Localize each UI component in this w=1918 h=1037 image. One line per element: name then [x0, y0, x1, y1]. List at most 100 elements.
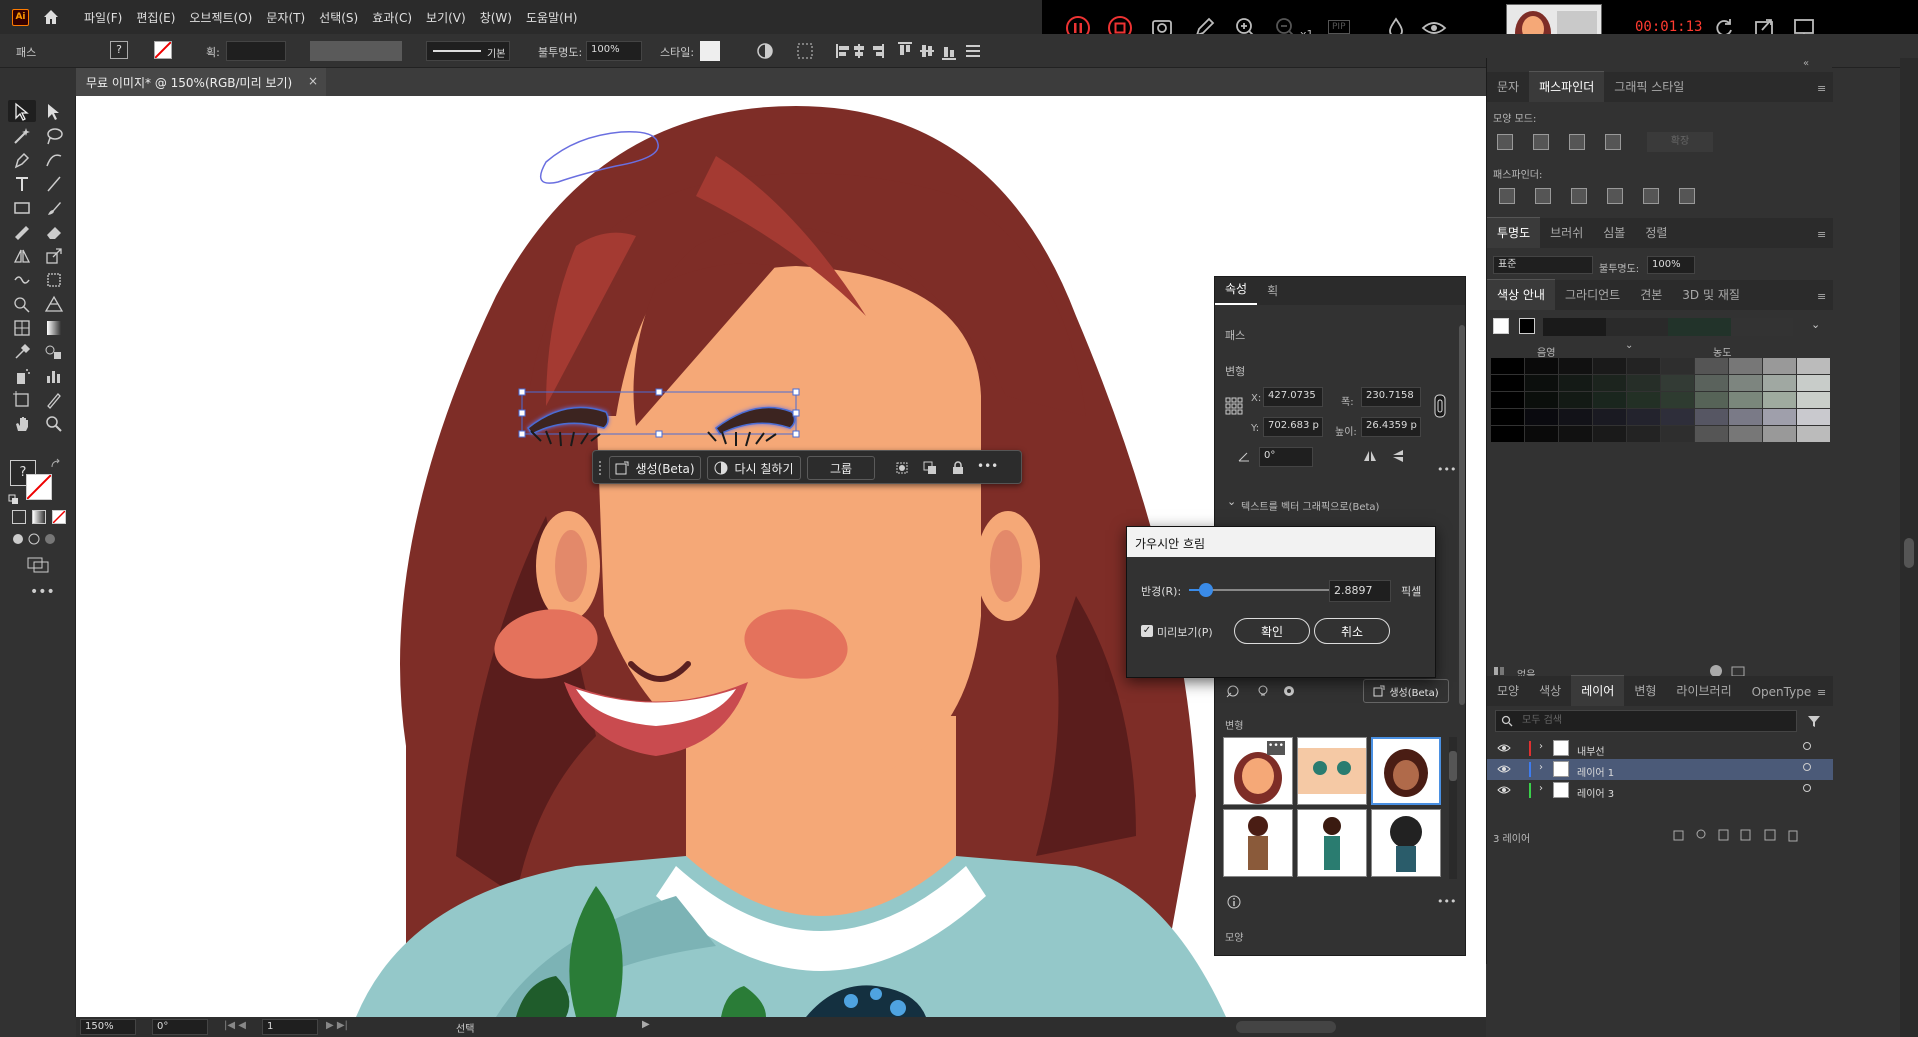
visibility-eye-icon[interactable] — [1497, 742, 1511, 754]
tab-appearance[interactable]: 모양 — [1487, 682, 1529, 706]
stroke-weight-input[interactable] — [226, 41, 286, 61]
zoom-tool-icon[interactable] — [44, 414, 64, 434]
generate-button[interactable]: 생성(Beta) — [1363, 679, 1449, 703]
tab-graphic-styles[interactable]: 그래픽 스타일 — [1604, 78, 1694, 102]
horizontal-scrollbar[interactable] — [1236, 1021, 1336, 1033]
shade-swatch[interactable] — [1627, 375, 1660, 391]
fill-swatch[interactable]: ? — [110, 41, 128, 59]
variation-thumb-4[interactable] — [1223, 809, 1293, 877]
blend-tool-icon[interactable] — [44, 342, 64, 362]
x-position-input[interactable]: 427.0735 — [1263, 387, 1323, 407]
rotation-select[interactable]: 0° — [152, 1019, 208, 1035]
tab-gradient[interactable]: 그라디언트 — [1555, 286, 1630, 310]
minus-front-icon[interactable] — [1533, 134, 1549, 150]
variations-more-icon[interactable]: ••• — [1437, 895, 1456, 908]
shade-swatch[interactable] — [1593, 358, 1626, 374]
shade-swatch[interactable] — [1763, 426, 1796, 442]
status-arrow[interactable]: ▶ — [642, 1019, 650, 1030]
cancel-button[interactable]: 취소 — [1314, 618, 1390, 644]
stroke-color-box[interactable] — [26, 474, 52, 500]
type-tool-icon[interactable] — [12, 174, 32, 194]
expand-chevron-icon[interactable]: › — [1539, 741, 1543, 752]
tab-align[interactable]: 정렬 — [1635, 224, 1677, 248]
shade-swatch[interactable] — [1661, 426, 1694, 442]
variation-thumb-6[interactable] — [1371, 809, 1441, 877]
transform-more-icon[interactable]: ••• — [1437, 463, 1456, 476]
shade-swatch[interactable] — [1797, 358, 1830, 374]
shade-swatch[interactable] — [1661, 375, 1694, 391]
shade-swatch[interactable] — [1559, 426, 1592, 442]
variation-thumb-3[interactable] — [1371, 737, 1441, 805]
expand-chevron-icon[interactable]: › — [1539, 783, 1543, 794]
tab-color[interactable]: 색상 — [1529, 682, 1571, 706]
layer-search-input[interactable]: 모두 검색 — [1495, 710, 1797, 732]
generate-beta-button[interactable]: 생성(Beta) — [609, 456, 701, 480]
eraser-tool-icon[interactable] — [44, 222, 64, 242]
shade-swatch[interactable] — [1593, 409, 1626, 425]
recolor-icon[interactable] — [756, 42, 774, 60]
tab-swatches[interactable]: 견본 — [1630, 286, 1672, 310]
style-pick-icon[interactable] — [1225, 683, 1241, 699]
tab-stroke[interactable]: 획 — [1257, 282, 1288, 305]
pen-tool-icon[interactable] — [12, 150, 32, 170]
base-color-swatch[interactable] — [1493, 318, 1509, 334]
tab-3d-materials[interactable]: 3D 및 재질 — [1672, 286, 1750, 310]
document-tab[interactable]: 무료 이미지* @ 150%(RGB/미리 보기) × — [76, 68, 326, 96]
panel-menu-icon[interactable]: ≡ — [1817, 82, 1826, 95]
tab-properties[interactable]: 속성 — [1215, 280, 1258, 305]
shade-swatch[interactable] — [1525, 426, 1558, 442]
ok-button[interactable]: 확인 — [1234, 618, 1310, 644]
transparency-opacity-input[interactable]: 100% — [1647, 256, 1695, 274]
shape-builder-icon[interactable] — [12, 294, 32, 314]
blend-mode-select[interactable]: 표준 — [1493, 256, 1593, 274]
shaper-tool-icon[interactable] — [12, 222, 32, 242]
panel-menu-icon-3[interactable]: ≡ — [1817, 290, 1826, 303]
shade-swatch[interactable] — [1491, 392, 1524, 408]
shade-swatch[interactable] — [1763, 392, 1796, 408]
minus-back-icon[interactable] — [1679, 188, 1695, 204]
shade-swatch[interactable] — [1797, 426, 1830, 442]
menu-item-7[interactable]: 창(W) — [480, 9, 512, 26]
shade-swatch[interactable] — [1797, 409, 1830, 425]
y-position-input[interactable]: 702.683 p — [1263, 417, 1323, 437]
shade-swatch[interactable] — [1695, 426, 1728, 442]
direct-selection-tool-icon[interactable] — [44, 102, 64, 122]
shade-swatch[interactable] — [1797, 375, 1830, 391]
pip-button[interactable]: PIP — [1328, 20, 1350, 34]
layer-row[interactable]: › 내부선 — [1487, 738, 1833, 759]
exclude-icon[interactable] — [1605, 134, 1621, 150]
divide-icon[interactable] — [1499, 188, 1515, 204]
gradient-tool-icon[interactable] — [44, 318, 64, 338]
shade-swatch[interactable] — [1559, 358, 1592, 374]
flip-vertical-icon[interactable] — [1391, 449, 1405, 463]
rectangle-tool-icon[interactable] — [12, 198, 32, 218]
lasso-tool-icon[interactable] — [44, 126, 64, 146]
target-icon[interactable] — [1803, 763, 1811, 771]
shade-swatch[interactable] — [1525, 375, 1558, 391]
menu-item-5[interactable]: 효과(C) — [372, 9, 412, 26]
flip-horizontal-icon[interactable] — [1363, 449, 1377, 463]
group-button[interactable]: 그룹 — [807, 456, 875, 480]
shade-swatch[interactable] — [1695, 409, 1728, 425]
chevron-down-icon[interactable]: ⌄ — [1227, 495, 1236, 508]
shade-swatch[interactable] — [1627, 409, 1660, 425]
artboard-tool-icon[interactable] — [12, 390, 32, 410]
more-tools-icon[interactable]: ••• — [30, 584, 55, 600]
shade-swatch[interactable] — [1729, 426, 1762, 442]
stroke-swatch[interactable] — [154, 41, 172, 59]
target-icon[interactable] — [1803, 742, 1811, 750]
outline-icon[interactable] — [1643, 188, 1659, 204]
variation-thumb-2[interactable] — [1297, 737, 1367, 805]
tab-transform[interactable]: 변형 — [1624, 682, 1666, 706]
shade-swatch[interactable] — [1661, 409, 1694, 425]
warp-tool-icon[interactable] — [12, 270, 32, 290]
expand-chevron-icon[interactable]: › — [1539, 762, 1543, 773]
shade-swatch[interactable] — [1797, 392, 1830, 408]
shade-swatch[interactable] — [1661, 392, 1694, 408]
perspective-grid-icon[interactable] — [44, 294, 64, 314]
shade-swatch[interactable] — [1695, 358, 1728, 374]
graph-tool-icon[interactable] — [44, 366, 64, 386]
shade-swatch[interactable] — [1525, 409, 1558, 425]
height-input[interactable]: 26.4359 p — [1361, 417, 1421, 437]
opacity-input[interactable]: 100% — [586, 41, 642, 61]
